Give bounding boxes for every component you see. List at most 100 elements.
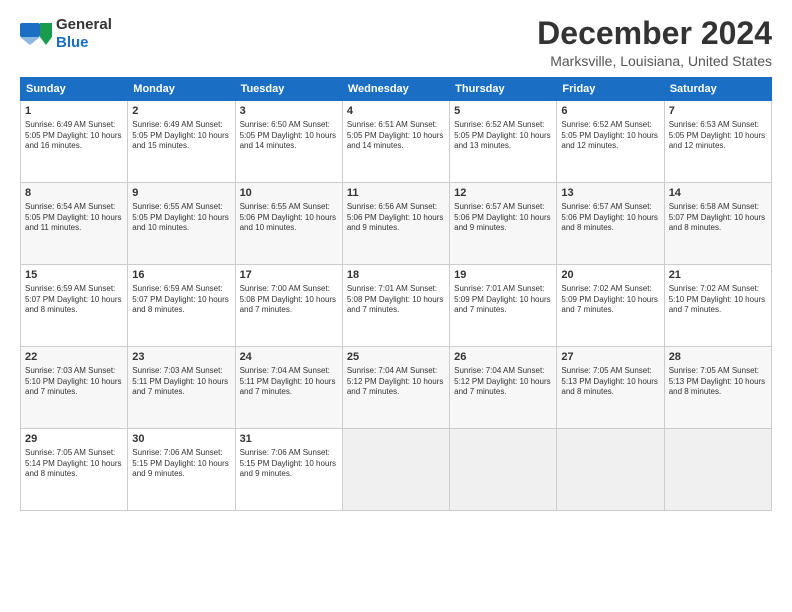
day-info: Sunrise: 7:01 AM Sunset: 5:08 PM Dayligh… [347,284,445,316]
day-info: Sunrise: 7:05 AM Sunset: 5:13 PM Dayligh… [669,366,767,398]
day-number: 22 [25,350,123,365]
day-number: 12 [454,186,552,201]
calendar-cell [342,429,449,511]
logo-general: General [56,16,112,33]
day-info: Sunrise: 7:00 AM Sunset: 5:08 PM Dayligh… [240,284,338,316]
day-info: Sunrise: 7:06 AM Sunset: 5:15 PM Dayligh… [240,448,338,480]
calendar-cell: 28Sunrise: 7:05 AM Sunset: 5:13 PM Dayli… [664,347,771,429]
day-number: 20 [561,268,659,283]
logo-blue: Blue [56,34,89,51]
day-info: Sunrise: 6:49 AM Sunset: 5:05 PM Dayligh… [132,120,230,152]
day-number: 4 [347,104,445,119]
day-number: 5 [454,104,552,119]
calendar-cell: 3Sunrise: 6:50 AM Sunset: 5:05 PM Daylig… [235,101,342,183]
calendar-cell [664,429,771,511]
calendar-cell: 8Sunrise: 6:54 AM Sunset: 5:05 PM Daylig… [21,183,128,265]
calendar-cell: 13Sunrise: 6:57 AM Sunset: 5:06 PM Dayli… [557,183,664,265]
logo-icon [20,23,52,45]
calendar-cell: 29Sunrise: 7:05 AM Sunset: 5:14 PM Dayli… [21,429,128,511]
day-info: Sunrise: 7:02 AM Sunset: 5:10 PM Dayligh… [669,284,767,316]
calendar-cell: 18Sunrise: 7:01 AM Sunset: 5:08 PM Dayli… [342,265,449,347]
calendar-cell: 30Sunrise: 7:06 AM Sunset: 5:15 PM Dayli… [128,429,235,511]
calendar-cell: 25Sunrise: 7:04 AM Sunset: 5:12 PM Dayli… [342,347,449,429]
col-monday: Monday [128,78,235,101]
day-number: 19 [454,268,552,283]
calendar-cell: 17Sunrise: 7:00 AM Sunset: 5:08 PM Dayli… [235,265,342,347]
calendar-cell: 5Sunrise: 6:52 AM Sunset: 5:05 PM Daylig… [450,101,557,183]
day-number: 7 [669,104,767,119]
col-sunday: Sunday [21,78,128,101]
day-info: Sunrise: 7:06 AM Sunset: 5:15 PM Dayligh… [132,448,230,480]
day-number: 24 [240,350,338,365]
location-title: Marksville, Louisiana, United States [537,53,772,69]
header: General Blue December 2024 Marksville, L… [20,16,772,69]
day-info: Sunrise: 7:03 AM Sunset: 5:10 PM Dayligh… [25,366,123,398]
day-number: 11 [347,186,445,201]
day-number: 1 [25,104,123,119]
day-number: 2 [132,104,230,119]
calendar-cell: 31Sunrise: 7:06 AM Sunset: 5:15 PM Dayli… [235,429,342,511]
day-info: Sunrise: 7:04 AM Sunset: 5:11 PM Dayligh… [240,366,338,398]
day-info: Sunrise: 6:53 AM Sunset: 5:05 PM Dayligh… [669,120,767,152]
calendar-week-row: 15Sunrise: 6:59 AM Sunset: 5:07 PM Dayli… [21,265,772,347]
calendar-cell: 2Sunrise: 6:49 AM Sunset: 5:05 PM Daylig… [128,101,235,183]
day-number: 25 [347,350,445,365]
day-info: Sunrise: 7:03 AM Sunset: 5:11 PM Dayligh… [132,366,230,398]
day-number: 3 [240,104,338,119]
col-saturday: Saturday [664,78,771,101]
logo: General Blue [20,16,112,51]
day-info: Sunrise: 6:59 AM Sunset: 5:07 PM Dayligh… [132,284,230,316]
calendar-cell: 16Sunrise: 6:59 AM Sunset: 5:07 PM Dayli… [128,265,235,347]
calendar-cell: 20Sunrise: 7:02 AM Sunset: 5:09 PM Dayli… [557,265,664,347]
day-number: 21 [669,268,767,283]
calendar-cell: 4Sunrise: 6:51 AM Sunset: 5:05 PM Daylig… [342,101,449,183]
calendar-cell: 7Sunrise: 6:53 AM Sunset: 5:05 PM Daylig… [664,101,771,183]
day-info: Sunrise: 7:01 AM Sunset: 5:09 PM Dayligh… [454,284,552,316]
day-info: Sunrise: 7:04 AM Sunset: 5:12 PM Dayligh… [454,366,552,398]
day-number: 26 [454,350,552,365]
calendar-table: Sunday Monday Tuesday Wednesday Thursday… [20,77,772,511]
page: General Blue December 2024 Marksville, L… [0,0,792,612]
calendar-week-row: 22Sunrise: 7:03 AM Sunset: 5:10 PM Dayli… [21,347,772,429]
calendar-cell: 12Sunrise: 6:57 AM Sunset: 5:06 PM Dayli… [450,183,557,265]
calendar-cell: 9Sunrise: 6:55 AM Sunset: 5:05 PM Daylig… [128,183,235,265]
day-number: 27 [561,350,659,365]
day-info: Sunrise: 6:55 AM Sunset: 5:06 PM Dayligh… [240,202,338,234]
day-info: Sunrise: 6:51 AM Sunset: 5:05 PM Dayligh… [347,120,445,152]
day-number: 30 [132,432,230,447]
day-number: 23 [132,350,230,365]
calendar-cell: 19Sunrise: 7:01 AM Sunset: 5:09 PM Dayli… [450,265,557,347]
day-info: Sunrise: 6:59 AM Sunset: 5:07 PM Dayligh… [25,284,123,316]
month-title: December 2024 [537,16,772,51]
calendar-week-row: 8Sunrise: 6:54 AM Sunset: 5:05 PM Daylig… [21,183,772,265]
day-info: Sunrise: 6:52 AM Sunset: 5:05 PM Dayligh… [561,120,659,152]
calendar-cell: 6Sunrise: 6:52 AM Sunset: 5:05 PM Daylig… [557,101,664,183]
calendar-week-row: 1 Sunrise: 6:49 AM Sunset: 5:05 PM Daylig… [21,101,772,183]
day-info: Sunrise: 6:56 AM Sunset: 5:06 PM Dayligh… [347,202,445,234]
calendar-cell: 22Sunrise: 7:03 AM Sunset: 5:10 PM Dayli… [21,347,128,429]
day-number: 18 [347,268,445,283]
day-info: Sunrise: 6:57 AM Sunset: 5:06 PM Dayligh… [454,202,552,234]
calendar-cell: 26Sunrise: 7:04 AM Sunset: 5:12 PM Dayli… [450,347,557,429]
day-number: 6 [561,104,659,119]
calendar-cell: 14Sunrise: 6:58 AM Sunset: 5:07 PM Dayli… [664,183,771,265]
title-block: December 2024 Marksville, Louisiana, Uni… [537,16,772,69]
day-info: Sunrise: 7:04 AM Sunset: 5:12 PM Dayligh… [347,366,445,398]
day-number: 31 [240,432,338,447]
day-info: Sunrise: 7:05 AM Sunset: 5:14 PM Dayligh… [25,448,123,480]
day-number: 15 [25,268,123,283]
calendar-cell: 24Sunrise: 7:04 AM Sunset: 5:11 PM Dayli… [235,347,342,429]
day-info: Sunrise: 6:54 AM Sunset: 5:05 PM Dayligh… [25,202,123,234]
day-number: 28 [669,350,767,365]
calendar-cell: 27Sunrise: 7:05 AM Sunset: 5:13 PM Dayli… [557,347,664,429]
calendar-cell [450,429,557,511]
day-info: Sunrise: 6:52 AM Sunset: 5:05 PM Dayligh… [454,120,552,152]
day-number: 17 [240,268,338,283]
col-wednesday: Wednesday [342,78,449,101]
day-number: 13 [561,186,659,201]
calendar-cell [557,429,664,511]
calendar-week-row: 29Sunrise: 7:05 AM Sunset: 5:14 PM Dayli… [21,429,772,511]
day-number: 14 [669,186,767,201]
calendar-cell: 21Sunrise: 7:02 AM Sunset: 5:10 PM Dayli… [664,265,771,347]
calendar-header-row: Sunday Monday Tuesday Wednesday Thursday… [21,78,772,101]
